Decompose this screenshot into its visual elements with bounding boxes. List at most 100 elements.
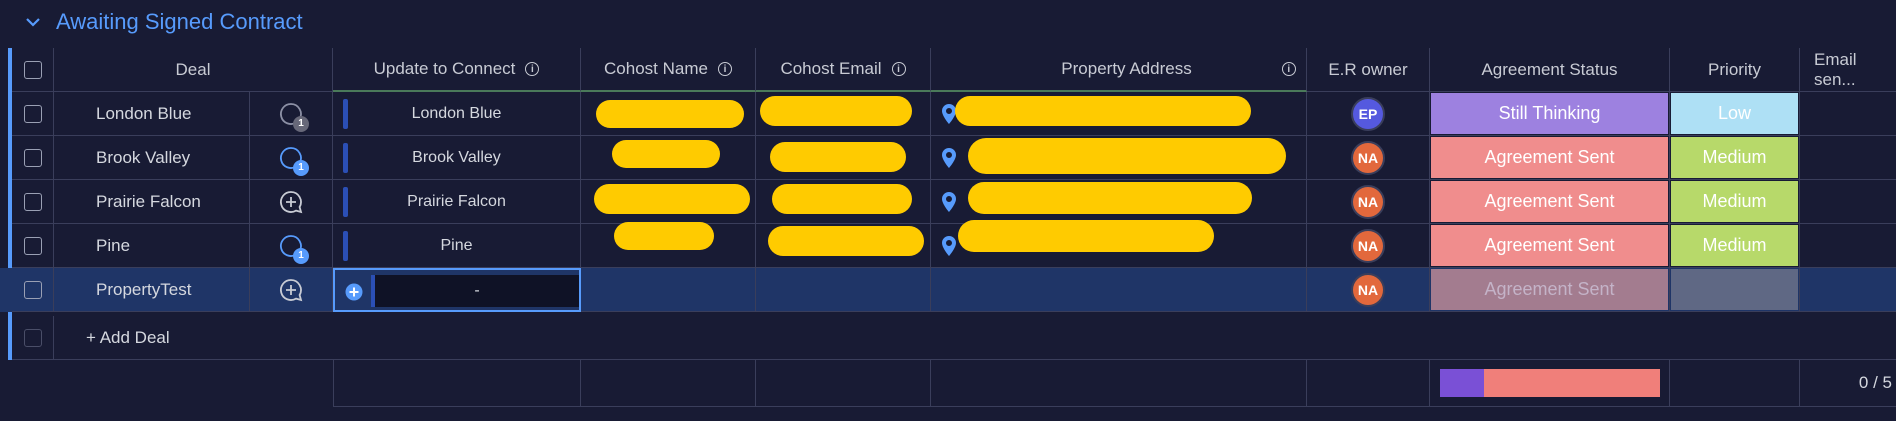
column-header-er-owner[interactable]: E.R owner bbox=[1307, 48, 1430, 92]
update-bar bbox=[343, 231, 348, 261]
update-to-connect-cell[interactable]: Brook Valley bbox=[333, 136, 581, 180]
email-sent-cell[interactable] bbox=[1800, 224, 1896, 268]
agreement-status-cell[interactable]: Still Thinking bbox=[1430, 92, 1670, 136]
conversation-cell[interactable]: 1 bbox=[250, 92, 333, 136]
priority-cell[interactable]: Medium bbox=[1670, 180, 1800, 224]
info-icon[interactable]: i bbox=[717, 62, 732, 76]
distribution-segment[interactable] bbox=[1483, 369, 1660, 397]
row-checkbox[interactable] bbox=[23, 148, 42, 167]
row-checkbox[interactable] bbox=[23, 192, 42, 211]
select-all-checkbox[interactable] bbox=[23, 60, 42, 79]
column-header-cohost-name[interactable]: Cohost Name i bbox=[581, 48, 756, 92]
email-sent-cell[interactable] bbox=[1800, 136, 1896, 180]
cohost-name-cell[interactable] bbox=[581, 268, 756, 312]
update-to-connect-cell[interactable]: - bbox=[333, 268, 581, 312]
add-item-icon[interactable] bbox=[345, 283, 363, 301]
agreement-status-cell[interactable]: Agreement Sent bbox=[1430, 180, 1670, 224]
conversation-cell[interactable]: 1 bbox=[250, 224, 333, 268]
update-to-connect-cell[interactable]: Pine bbox=[333, 224, 581, 268]
table-row[interactable]: Pine 1 Pine NA Agreement Sent Medium bbox=[0, 224, 1896, 268]
conversation-icon[interactable]: 1 bbox=[278, 233, 309, 264]
avatar[interactable]: NA bbox=[1351, 140, 1385, 175]
location-pin-icon bbox=[942, 191, 956, 212]
status-label: Agreement Sent bbox=[1431, 269, 1668, 310]
redaction-mark bbox=[770, 142, 906, 172]
distribution-segment[interactable] bbox=[1439, 369, 1484, 397]
deal-name[interactable]: London Blue bbox=[54, 92, 250, 136]
table-row[interactable]: PropertyTest - NA Agreement Sent bbox=[0, 268, 1896, 312]
deal-name[interactable]: Brook Valley bbox=[54, 136, 250, 180]
redaction-mark bbox=[612, 140, 720, 168]
priority-label bbox=[1671, 269, 1798, 310]
email-sent-cell[interactable] bbox=[1800, 180, 1896, 224]
column-header-property-address[interactable]: Property Address i bbox=[931, 48, 1307, 92]
row-checkbox[interactable] bbox=[23, 236, 42, 255]
table-row[interactable]: London Blue 1 London Blue EP Still Think… bbox=[0, 92, 1896, 136]
conversation-cell[interactable]: 1 bbox=[250, 136, 333, 180]
location-pin-icon bbox=[942, 147, 956, 168]
conversation-cell[interactable] bbox=[250, 180, 333, 224]
er-owner-cell[interactable]: NA bbox=[1307, 224, 1430, 268]
avatar[interactable]: NA bbox=[1351, 228, 1385, 263]
status-label: Agreement Sent bbox=[1431, 225, 1668, 266]
update-count-badge: 1 bbox=[293, 247, 309, 264]
column-header-row: Deal Update to Connect i Cohost Name i Coh… bbox=[0, 48, 1896, 92]
email-sent-summary: 0 / 5 bbox=[1800, 360, 1896, 407]
priority-cell[interactable]: Low bbox=[1670, 92, 1800, 136]
priority-cell[interactable] bbox=[1670, 268, 1800, 312]
cohost-email-cell[interactable] bbox=[756, 268, 931, 312]
conversation-cell[interactable] bbox=[250, 268, 333, 312]
select-all-cell bbox=[12, 48, 54, 92]
column-header-agreement-status[interactable]: Agreement Status bbox=[1430, 48, 1670, 92]
add-conversation-icon[interactable] bbox=[278, 277, 304, 303]
priority-label: Medium bbox=[1671, 181, 1798, 222]
redaction-mark bbox=[958, 220, 1214, 252]
add-deal-button[interactable]: + Add Deal bbox=[54, 316, 1896, 360]
chevron-down-icon[interactable] bbox=[24, 13, 42, 31]
update-bar bbox=[343, 99, 348, 129]
deal-name[interactable]: Prairie Falcon bbox=[54, 180, 250, 224]
column-header-priority[interactable]: Priority bbox=[1670, 48, 1800, 92]
agreement-status-cell[interactable]: Agreement Sent bbox=[1430, 224, 1670, 268]
update-to-connect-cell[interactable]: London Blue bbox=[333, 92, 581, 136]
column-header-email-sent[interactable]: Email sen... bbox=[1800, 48, 1896, 92]
summary-row: 0 / 5 bbox=[0, 360, 1896, 407]
update-input[interactable]: - bbox=[371, 275, 579, 307]
avatar[interactable]: EP bbox=[1351, 96, 1385, 131]
priority-cell[interactable]: Medium bbox=[1670, 136, 1800, 180]
update-to-connect-cell[interactable]: Prairie Falcon bbox=[333, 180, 581, 224]
agreement-status-cell[interactable]: Agreement Sent bbox=[1430, 136, 1670, 180]
column-header-deal[interactable]: Deal bbox=[54, 48, 333, 92]
row-checkbox[interactable] bbox=[23, 104, 42, 123]
table-row[interactable]: Brook Valley 1 Brook Valley NA Agreement… bbox=[0, 136, 1896, 180]
email-sent-cell[interactable] bbox=[1800, 268, 1896, 312]
property-address-cell[interactable] bbox=[931, 268, 1307, 312]
agreement-status-cell[interactable]: Agreement Sent bbox=[1430, 268, 1670, 312]
group-title[interactable]: Awaiting Signed Contract bbox=[56, 9, 303, 35]
info-icon[interactable]: i bbox=[525, 62, 540, 76]
row-checkbox[interactable] bbox=[23, 280, 42, 299]
column-header-cohost-email[interactable]: Cohost Email i bbox=[756, 48, 931, 92]
status-label: Agreement Sent bbox=[1431, 181, 1668, 222]
info-icon[interactable]: i bbox=[1281, 62, 1296, 76]
deal-name[interactable]: PropertyTest bbox=[54, 268, 250, 312]
avatar[interactable]: NA bbox=[1351, 184, 1385, 219]
avatar[interactable]: NA bbox=[1351, 272, 1385, 307]
er-owner-cell[interactable]: EP bbox=[1307, 92, 1430, 136]
status-distribution-bar[interactable] bbox=[1439, 369, 1660, 397]
info-icon[interactable]: i bbox=[891, 62, 906, 76]
redaction-mark bbox=[968, 182, 1252, 214]
redaction-mark bbox=[594, 184, 750, 214]
deal-name[interactable]: Pine bbox=[54, 224, 250, 268]
conversation-icon[interactable]: 1 bbox=[278, 101, 309, 132]
er-owner-cell[interactable]: NA bbox=[1307, 180, 1430, 224]
conversation-icon[interactable]: 1 bbox=[278, 145, 309, 176]
priority-cell[interactable]: Medium bbox=[1670, 224, 1800, 268]
column-header-update[interactable]: Update to Connect i bbox=[333, 48, 581, 92]
table-row[interactable]: Prairie Falcon Prairie Falcon NA Agreeme… bbox=[0, 180, 1896, 224]
add-conversation-icon[interactable] bbox=[278, 189, 304, 215]
status-summary-cell[interactable] bbox=[1430, 360, 1670, 407]
er-owner-cell[interactable]: NA bbox=[1307, 136, 1430, 180]
er-owner-cell[interactable]: NA bbox=[1307, 268, 1430, 312]
email-sent-cell[interactable] bbox=[1800, 92, 1896, 136]
